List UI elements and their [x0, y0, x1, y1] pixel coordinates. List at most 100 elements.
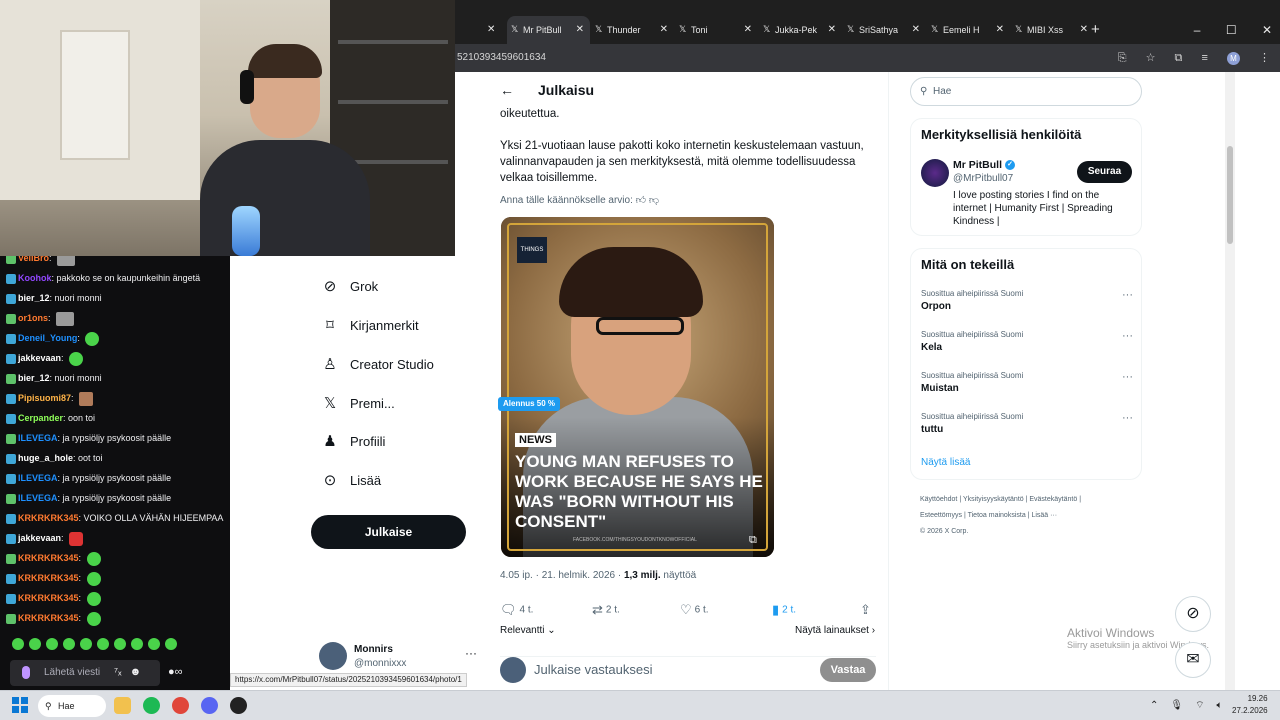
scrollbar-thumb[interactable] — [1227, 146, 1233, 244]
more-icon[interactable]: ··· — [465, 646, 477, 660]
thumbs-up-icon[interactable]: 👍︎ — [636, 195, 646, 206]
chat-username[interactable]: bier_12 — [18, 293, 50, 303]
tray-chevron-icon[interactable]: ⌃ — [1150, 700, 1158, 711]
address-url[interactable]: 5210393459601634 — [457, 44, 546, 72]
thumbs-down-icon[interactable]: 👎︎ — [649, 195, 659, 206]
wifi-icon[interactable]: ⌔ — [1195, 700, 1204, 711]
chat-username[interactable]: ILEVEGA — [18, 433, 58, 443]
chat-username[interactable]: jakkevaan — [18, 353, 61, 363]
post-timestamp[interactable]: 4.05 ip. · 21. helmik. 2026 · — [500, 570, 624, 581]
chat-username[interactable]: KRKRKRK345 — [18, 593, 79, 603]
tab-1[interactable]: 𝕏 Thunder ✕ — [591, 16, 674, 44]
like-action[interactable]: ♡ 6 t. — [680, 602, 709, 618]
file-explorer-icon[interactable] — [114, 697, 131, 714]
minimize-button[interactable]: – — [1194, 23, 1201, 37]
close-window-button[interactable]: ✕ — [1262, 23, 1272, 37]
messages-float-button[interactable]: ✉ — [1175, 642, 1211, 678]
chat-username[interactable]: bier_12 — [18, 373, 50, 383]
footer-link[interactable]: Lisää ··· — [1031, 512, 1057, 519]
grok-float-button[interactable]: ⊘ — [1175, 596, 1211, 632]
reply-input[interactable]: Julkaise vastauksesi — [534, 662, 653, 677]
reply-button[interactable]: Vastaa — [820, 658, 876, 682]
trend-item[interactable]: Suosittua aiheipiirissä Suomi Orpon ··· — [921, 289, 1133, 312]
footer-link[interactable]: Esteettömyys — [920, 512, 962, 519]
back-arrow-icon[interactable]: ← — [500, 82, 514, 98]
chat-username[interactable]: KRKRKRK345 — [18, 553, 79, 563]
chat-username[interactable]: KRKRKRK345 — [18, 613, 79, 623]
post-button[interactable]: Julkaise — [311, 515, 466, 549]
chrome-icon[interactable] — [172, 697, 189, 714]
tab-close-icon[interactable]: ✕ — [744, 16, 752, 44]
chat-username[interactable]: Koohok — [18, 273, 52, 283]
windows-start-icon[interactable] — [12, 697, 28, 713]
tab-6[interactable]: 𝕏 MIBI Xss ✕ — [1011, 16, 1094, 44]
chat-username[interactable]: jakkevaan — [18, 533, 61, 543]
chat-username[interactable]: KRKRKRK345 — [18, 513, 79, 523]
tab-close-icon[interactable]: ✕ — [828, 16, 836, 44]
nav-item-premium[interactable]: 𝕏 Premi... Alennus 50 % — [320, 392, 570, 416]
share-action[interactable]: ⇪ — [860, 602, 874, 618]
follow-button[interactable]: Seuraa — [1077, 161, 1132, 183]
discord-icon[interactable] — [201, 697, 218, 714]
avatar[interactable] — [921, 159, 949, 187]
chat-username[interactable]: or1ons — [18, 313, 48, 323]
sort-dropdown[interactable]: Relevantti ⌄ — [500, 625, 556, 636]
trend-item[interactable]: Suosittua aiheipiirissä Suomi tuttu ··· — [921, 412, 1133, 435]
spotify-icon[interactable] — [143, 697, 160, 714]
extensions-icon[interactable]: ⧉ — [1175, 52, 1183, 64]
chat-emote-icon[interactable]: ☻ — [130, 666, 142, 678]
taskbar-search[interactable]: ⚲ Hae — [38, 695, 106, 717]
volume-icon[interactable]: 🔈︎ — [1217, 700, 1223, 711]
chat-points-icon[interactable]: ●∞ — [168, 666, 183, 678]
tab-close-icon[interactable]: ✕ — [576, 16, 584, 44]
tab-close-icon[interactable]: ✕ — [996, 16, 1004, 44]
browser-profile-icon[interactable]: M — [1226, 51, 1240, 65]
chat-mic-icon[interactable] — [22, 666, 30, 679]
more-icon[interactable]: ··· — [1122, 371, 1133, 383]
chat-bits-icon[interactable]: ⁷ₓ — [114, 666, 122, 678]
chat-emote-bar[interactable] — [12, 638, 182, 656]
footer-link[interactable]: Yksityisyyskäytäntö — [963, 496, 1024, 503]
show-quotes-link[interactable]: Näytä lainaukset › — [795, 625, 875, 636]
tab-close-prev[interactable]: ✕ — [487, 16, 495, 44]
image-save-icon[interactable]: ⧉ — [749, 534, 757, 547]
page-scrollbar[interactable] — [1225, 72, 1235, 690]
chat-username[interactable]: huge_a_hole — [18, 453, 73, 463]
more-icon[interactable]: ··· — [1122, 289, 1133, 301]
trend-item[interactable]: Suosittua aiheipiirissä Suomi Muistan ··… — [921, 371, 1133, 394]
taskbar-clock[interactable]: 19.26 27.2.2026 — [1232, 693, 1268, 717]
reply-action[interactable]: 🗨︎ 4 t. — [500, 602, 533, 618]
account-switcher[interactable]: Monnirs @monnixxx ··· — [319, 642, 477, 672]
new-tab-button[interactable]: + — [1091, 16, 1100, 44]
tab-4[interactable]: 𝕏 SriSathya ✕ — [843, 16, 926, 44]
chat-username[interactable]: Deneil_Young — [18, 333, 77, 343]
repost-action[interactable]: ⇄ 2 t. — [592, 602, 620, 618]
microphone-icon[interactable]: 🎙︎ — [1170, 700, 1183, 711]
post-image[interactable]: THINGS NEWS YOUNG MAN REFUSES TO WORK BE… — [501, 217, 774, 557]
trend-item[interactable]: Suosittua aiheipiirissä Suomi Kela ··· — [921, 330, 1133, 353]
install-app-icon[interactable]: ⎘ — [1118, 52, 1127, 64]
chat-username[interactable]: Pipisuomi87 — [18, 393, 71, 403]
star-icon[interactable]: ☆ — [1146, 52, 1156, 64]
tab-close-icon[interactable]: ✕ — [912, 16, 920, 44]
obs-icon[interactable] — [230, 697, 247, 714]
footer-link[interactable]: Käyttöehdot — [920, 496, 957, 503]
media-icon[interactable]: ≡ — [1201, 52, 1207, 64]
bookmark-action[interactable]: ▮ 2 t. — [772, 602, 796, 618]
chat-username[interactable]: VeliBro — [18, 256, 49, 263]
address-bar[interactable]: 5210393459601634 ⎘ ☆ ⧉ ≡ M ⋮ — [455, 44, 1280, 72]
chat-username[interactable]: Cerpander — [18, 413, 63, 423]
tab-close-icon[interactable]: ✕ — [660, 16, 668, 44]
chat-username[interactable]: ILEVEGA — [18, 493, 58, 503]
more-icon[interactable]: ··· — [1122, 412, 1133, 424]
tab-0[interactable]: 𝕏 Mr PitBull ✕ — [507, 16, 590, 44]
chat-username[interactable]: ILEVEGA — [18, 473, 58, 483]
tab-3[interactable]: 𝕏 Jukka-Pek ✕ — [759, 16, 842, 44]
browser-menu-icon[interactable]: ⋮ — [1259, 52, 1270, 64]
footer-link[interactable]: Tietoa mainoksista — [968, 512, 1026, 519]
tab-5[interactable]: 𝕏 Eemeli H ✕ — [927, 16, 1010, 44]
footer-link[interactable]: Evästekäytäntö — [1029, 496, 1077, 503]
show-more-link[interactable]: Näytä lisää — [921, 457, 970, 468]
tab-close-icon[interactable]: ✕ — [1080, 16, 1088, 44]
search-input[interactable]: ⚲ Hae — [910, 77, 1142, 106]
